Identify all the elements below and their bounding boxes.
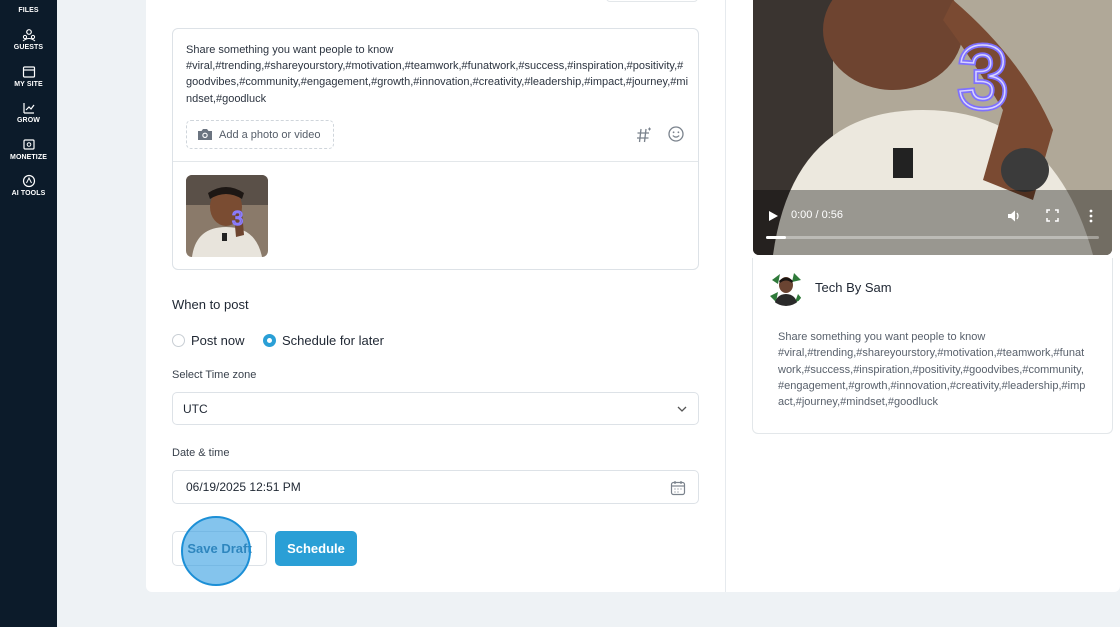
camera-icon xyxy=(198,129,212,140)
datetime-value: 06/19/2025 12:51 PM xyxy=(186,480,301,494)
timezone-select[interactable]: UTC xyxy=(172,392,699,425)
video-player[interactable]: 3 3 0:00 / 0:56 xyxy=(753,0,1112,255)
ai-icon xyxy=(22,174,35,188)
radio-checked xyxy=(263,334,276,347)
datetime-label: Date & time xyxy=(172,447,230,459)
radio-unchecked xyxy=(172,334,185,347)
author-name: Tech By Sam xyxy=(815,280,892,295)
hashtag-icon[interactable] xyxy=(635,126,653,144)
sidebar: FILES GUESTS MY SITE GROW MONETIZE AI TO… xyxy=(0,0,57,627)
radio-label: Post now xyxy=(191,333,245,348)
users-icon xyxy=(22,29,35,42)
cash-icon xyxy=(22,139,35,150)
avatar xyxy=(768,270,804,306)
video-controls: 0:00 / 0:56 xyxy=(753,200,1112,255)
sidebar-item-label: GUESTS xyxy=(13,44,44,51)
chart-icon xyxy=(22,103,34,114)
sidebar-item-grow[interactable]: GROW xyxy=(0,101,57,124)
datetime-input[interactable]: 06/19/2025 12:51 PM xyxy=(172,470,699,504)
composer-divider xyxy=(173,161,698,162)
svg-text:3: 3 xyxy=(232,208,243,230)
when-to-post-title: When to post xyxy=(172,297,249,312)
media-thumbnail[interactable]: 3 xyxy=(186,175,268,257)
sidebar-item-label: AI TOOLS xyxy=(11,190,46,197)
sidebar-item-monetize[interactable]: MONETIZE xyxy=(0,138,57,161)
calendar-icon[interactable] xyxy=(670,480,686,496)
sidebar-item-files[interactable]: FILES xyxy=(0,0,57,14)
schedule-later-radio[interactable]: Schedule for later xyxy=(263,333,384,348)
post-preview-card: Tech By Sam Share something you want peo… xyxy=(752,258,1113,434)
sidebar-item-label: GROW xyxy=(17,117,40,124)
browser-icon xyxy=(22,66,35,78)
schedule-button[interactable]: Schedule xyxy=(275,531,357,566)
video-progress-fill xyxy=(766,236,786,239)
emoji-icon[interactable] xyxy=(667,125,685,143)
column-divider xyxy=(725,0,726,592)
video-time: 0:00 / 0:56 xyxy=(791,209,843,221)
save-draft-button[interactable]: Save Draft xyxy=(172,531,267,566)
post-text-area[interactable]: Share something you want people to know … xyxy=(186,42,688,107)
add-media-label: Add a photo or video xyxy=(219,128,321,141)
add-photo-video-button[interactable]: Add a photo or video xyxy=(186,120,334,149)
svg-text:3: 3 xyxy=(958,28,1008,128)
sidebar-item-label: MY SITE xyxy=(14,81,43,88)
avatar-image xyxy=(768,270,804,306)
timezone-label: Select Time zone xyxy=(172,369,257,381)
preview-text: Share something you want people to know … xyxy=(778,331,1086,409)
video-progress-track[interactable] xyxy=(766,236,1099,239)
post-composer: Share something you want people to know … xyxy=(172,28,699,270)
sidebar-item-guests[interactable]: GUESTS xyxy=(0,28,57,51)
timezone-value: UTC xyxy=(183,401,208,416)
sidebar-item-label: FILES xyxy=(18,7,39,14)
more-options-icon[interactable] xyxy=(1089,209,1093,223)
sidebar-item-ai-tools[interactable]: AI TOOLS xyxy=(0,174,57,197)
sidebar-item-label: MONETIZE xyxy=(10,154,47,161)
sidebar-item-my-site[interactable]: MY SITE xyxy=(0,65,57,88)
volume-icon[interactable] xyxy=(1007,209,1021,223)
play-icon[interactable] xyxy=(767,210,779,222)
top-control[interactable] xyxy=(606,0,698,2)
chevron-down-icon xyxy=(677,406,687,412)
post-now-radio[interactable]: Post now xyxy=(172,333,244,348)
fullscreen-icon[interactable] xyxy=(1046,209,1059,222)
video-thumbnail-image: 3 xyxy=(186,175,268,257)
radio-label: Schedule for later xyxy=(282,333,384,348)
